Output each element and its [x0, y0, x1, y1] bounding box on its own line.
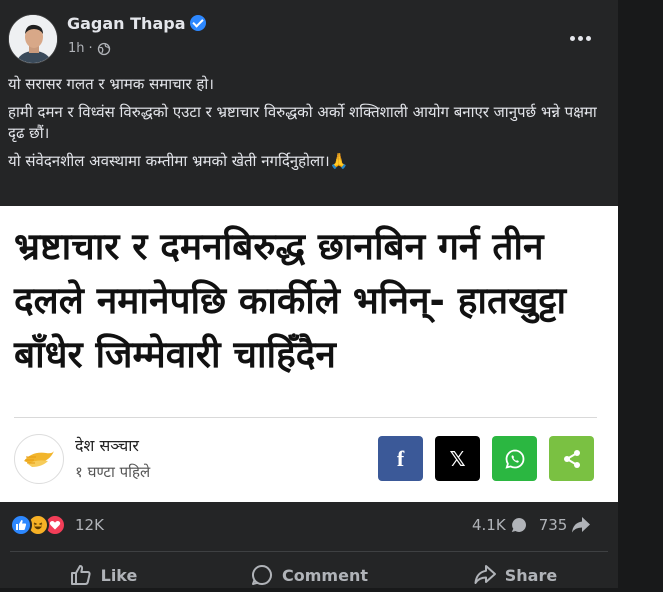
meta-dot: · — [88, 41, 93, 56]
like-reaction-icon — [10, 514, 32, 536]
post-meta: 1h · — [68, 41, 111, 56]
thumbs-up-icon — [70, 565, 91, 585]
publisher-logo[interactable] — [14, 434, 64, 484]
comment-icon — [252, 565, 272, 585]
post-text-line: यो सरासर गलत र भ्रामक समाचार हो। — [8, 75, 214, 93]
post-card: Gagan Thapa 1h · यो सरासर गलत र भ्रामक स… — [0, 0, 618, 588]
card-divider — [14, 417, 597, 418]
more-options-button[interactable] — [562, 26, 598, 50]
page-background — [618, 0, 663, 588]
globe-icon — [97, 42, 110, 55]
share-facebook-button[interactable]: f — [378, 436, 423, 481]
engagement-stats: 4.1K 735 — [472, 515, 592, 535]
link-preview-card[interactable]: भ्रष्टाचार र दमनबिरुद्ध छानबिन गर्न तीन … — [0, 206, 618, 502]
like-button[interactable]: Like — [0, 558, 206, 592]
share-icon — [474, 565, 496, 584]
more-dot-icon — [577, 35, 583, 41]
share-x-button[interactable]: 𝕏 — [435, 436, 480, 481]
share-count-value: 735 — [538, 516, 568, 534]
reaction-summary[interactable]: 12K — [10, 514, 104, 536]
verified-badge-icon — [189, 15, 206, 31]
post-actions: Like Comment Share — [0, 558, 618, 592]
x-icon: 𝕏 — [449, 446, 466, 471]
post-text: यो सरासर गलत र भ्रामक समाचार हो। हामी दम… — [8, 74, 608, 179]
share-arrow-icon — [572, 517, 591, 533]
share-whatsapp-button[interactable] — [492, 436, 537, 481]
publisher-logo-icon — [24, 451, 54, 467]
share-label: Share — [504, 565, 558, 585]
comment-count[interactable]: 4.1K — [472, 515, 529, 535]
facebook-icon: f — [396, 445, 405, 471]
comment-count-value: 4.1K — [472, 516, 506, 534]
comment-bubble-icon — [511, 518, 526, 532]
actions-divider — [10, 551, 608, 552]
share-count[interactable]: 735 — [539, 515, 593, 535]
whatsapp-icon — [504, 449, 524, 469]
publish-time: १ घण्टा पहिले — [75, 463, 151, 481]
reaction-count: 12K — [75, 516, 104, 534]
comment-label: Comment — [282, 565, 368, 585]
more-dot-icon — [569, 35, 575, 41]
article-headline[interactable]: भ्रष्टाचार र दमनबिरुद्ध छानबिन गर्न तीन … — [14, 220, 609, 382]
like-label: Like — [100, 565, 138, 585]
author-name-text[interactable]: Gagan Thapa — [67, 14, 186, 33]
author-name[interactable]: Gagan Thapa — [67, 14, 206, 33]
publisher-name[interactable]: देश सञ्चार — [75, 434, 139, 456]
more-dot-icon — [585, 35, 591, 41]
post-time[interactable]: 1h — [68, 41, 85, 56]
author-avatar[interactable] — [8, 14, 58, 64]
comment-button[interactable]: Comment — [206, 558, 412, 592]
share-button[interactable]: Share — [412, 558, 618, 592]
share-generic-button[interactable] — [549, 436, 594, 481]
share-buttons: f 𝕏 — [378, 436, 594, 481]
share-nodes-icon — [563, 449, 580, 468]
post-text-line: हामी दमन र विध्वंस विरुद्धको एउटा र भ्रष… — [8, 103, 597, 142]
post-text-line: यो संवेदनशील अवस्थामा कम्तीमा भ्रमको खेत… — [8, 152, 349, 170]
